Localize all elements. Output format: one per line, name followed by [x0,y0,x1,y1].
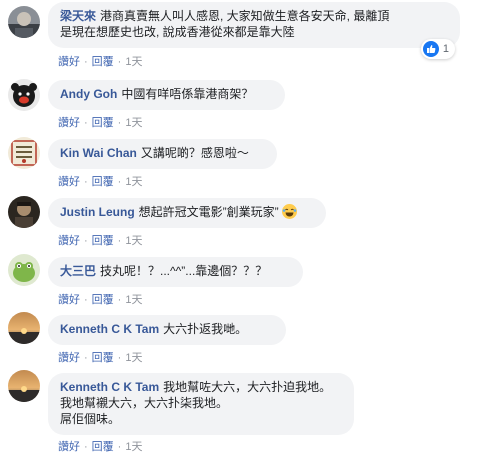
comment-author[interactable]: Kenneth C K Tam [60,380,159,394]
comment-actions: 讚好 · 回覆 · 1天 [58,234,142,248]
comment-text: 港商真賣無人叫人感恩, 大家知做生意各安天命, 最離頂 [100,9,390,23]
avatar[interactable] [8,6,40,38]
avatar[interactable] [8,312,40,344]
separator-dot: · [84,56,88,68]
comment-text: 中國有咩唔係靠港商架？ [121,87,254,101]
reply-link[interactable]: 回覆 [92,176,114,188]
reaction-count-text: 1 [442,43,449,55]
reaction-count[interactable]: 1 [420,39,455,59]
comment-author[interactable]: 梁天來 [60,9,96,23]
separator-dot: · [84,117,88,129]
reply-link[interactable]: 回覆 [92,117,114,129]
separator-dot: · [117,352,122,364]
comment-actions: 讚好 · 回覆 · 1天 [58,440,142,454]
avatar[interactable] [8,254,40,286]
comment-author[interactable]: Justin Leung [60,205,135,219]
reply-link[interactable]: 回覆 [92,294,114,306]
separator-dot: · [84,235,88,247]
separator-dot: · [117,235,122,247]
like-link[interactable]: 讚好 [58,56,80,68]
comment-bubble: Kenneth C K Tam 大六扑返我哋。 [48,315,286,345]
comment-actions: 讚好 · 回覆 · 1天 [58,175,142,189]
timestamp[interactable]: 1天 [125,352,142,364]
comment-bubble: Andy Goh 中國有咩唔係靠港商架？ [48,80,285,110]
like-link[interactable]: 讚好 [58,352,80,364]
comment-bubble: 梁天來 港商真賣無人叫人感恩, 大家知做生意各安天命, 最離頂 是現在想歷史也改,… [48,2,460,48]
comment-actions: 讚好 · 回覆 · 1天 [58,293,142,307]
timestamp[interactable]: 1天 [125,176,142,188]
comment-author[interactable]: Andy Goh [60,87,117,101]
separator-dot: · [84,352,88,364]
comment-actions: 讚好 · 回覆 · 1天 [58,116,142,130]
comment-bubble: Justin Leung 想起許冠文電影”創業玩家” [48,198,326,228]
timestamp[interactable]: 1天 [125,294,142,306]
comment-bubble: Kin Wai Chan 又講呢啲？感恩啦～ [48,139,277,169]
reply-link[interactable]: 回覆 [92,235,114,247]
like-link[interactable]: 讚好 [58,441,80,453]
laughing-emoji-icon [282,204,298,219]
comment-author[interactable]: Kin Wai Chan [60,146,137,160]
separator-dot: · [84,176,88,188]
avatar[interactable] [8,79,40,111]
like-icon [422,41,439,57]
separator-dot: · [117,56,122,68]
separator-dot: · [117,441,122,453]
reply-link[interactable]: 回覆 [92,441,114,453]
comment-author[interactable]: Kenneth C K Tam [60,322,159,336]
reply-link[interactable]: 回覆 [92,352,114,364]
timestamp[interactable]: 1天 [125,235,142,247]
separator-dot: · [117,294,122,306]
comment-text: 大六扑返我哋。 [163,322,248,336]
timestamp[interactable]: 1天 [125,56,142,68]
avatar[interactable] [8,370,40,402]
separator-dot: · [84,294,88,306]
comment-text: 屌佢個味。 [60,412,121,426]
timestamp[interactable]: 1天 [125,117,142,129]
like-link[interactable]: 讚好 [58,117,80,129]
comment-bubble: 大三巴 技丸呢！？...^^”...靠邊個？？？ [48,257,303,287]
comment-text: 我地幫襯大六，大六扑柒我地。 [60,396,229,410]
comment-text: 想起許冠文電影”創業玩家” [138,205,279,219]
like-link[interactable]: 讚好 [58,235,80,247]
comment-text: 我地幫咗大六，大六扑迫我地。 [163,380,332,394]
comment-author[interactable]: 大三巴 [60,264,96,278]
comment-actions: 讚好 · 回覆 · 1天 [58,351,142,365]
like-link[interactable]: 讚好 [58,294,80,306]
like-link[interactable]: 讚好 [58,176,80,188]
reply-link[interactable]: 回覆 [92,56,114,68]
comment-bubble: Kenneth C K Tam 我地幫咗大六，大六扑迫我地。 我地幫襯大六，大六扑… [48,373,354,435]
comment-text: 技丸呢！？...^^”...靠邊個？？？ [100,264,268,278]
separator-dot: · [84,441,88,453]
separator-dot: · [117,117,122,129]
comment-text: 是現在想歷史也改, 說成香港從來都是靠大陸 [60,25,295,39]
avatar[interactable] [8,137,40,169]
comment-actions: 讚好 · 回覆 · 1天 [58,55,142,69]
separator-dot: · [117,176,122,188]
timestamp[interactable]: 1天 [125,441,142,453]
comment-text: 又講呢啲？感恩啦～ [140,146,249,160]
avatar[interactable] [8,196,40,228]
